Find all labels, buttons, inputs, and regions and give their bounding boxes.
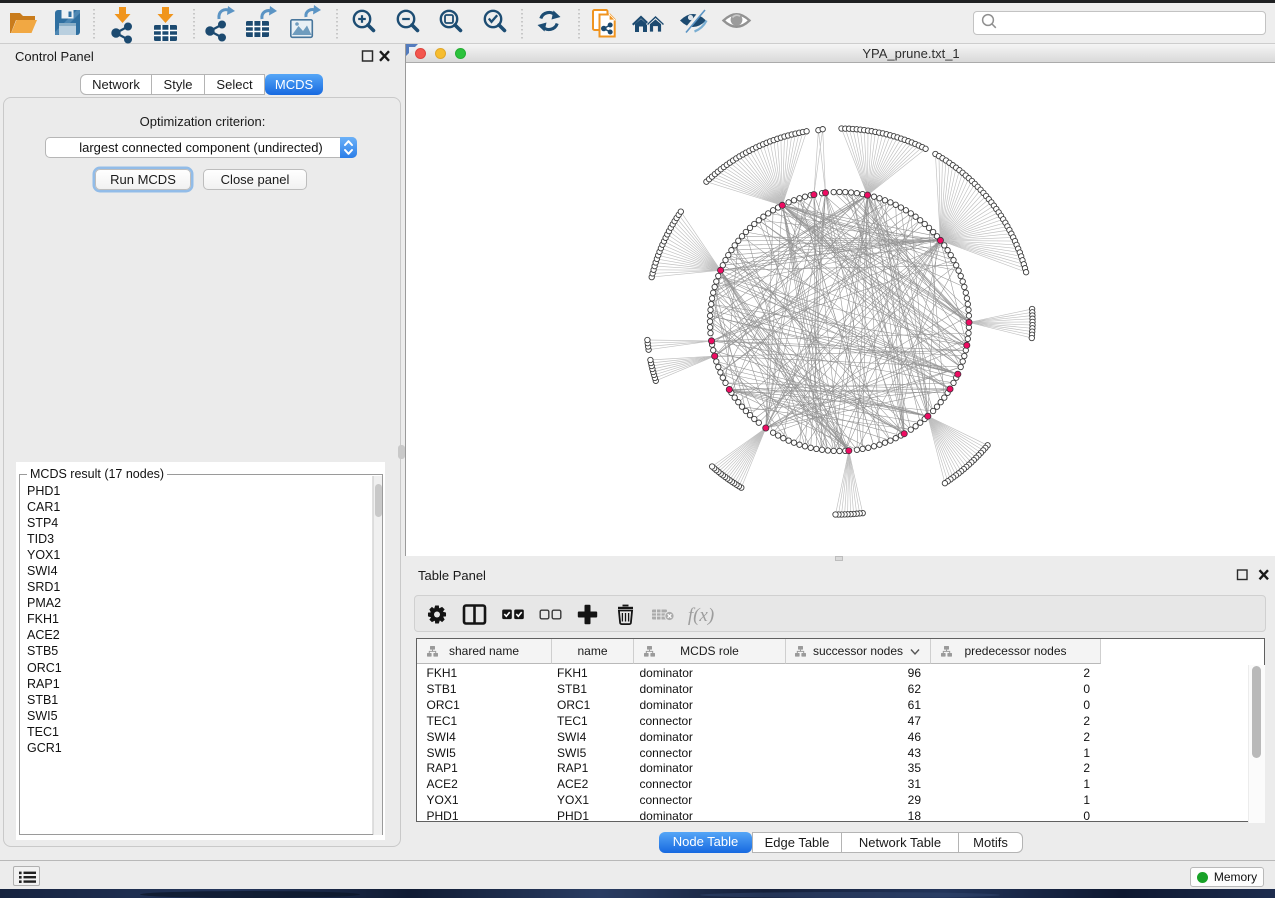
svg-text:f(x): f(x)	[688, 605, 714, 626]
